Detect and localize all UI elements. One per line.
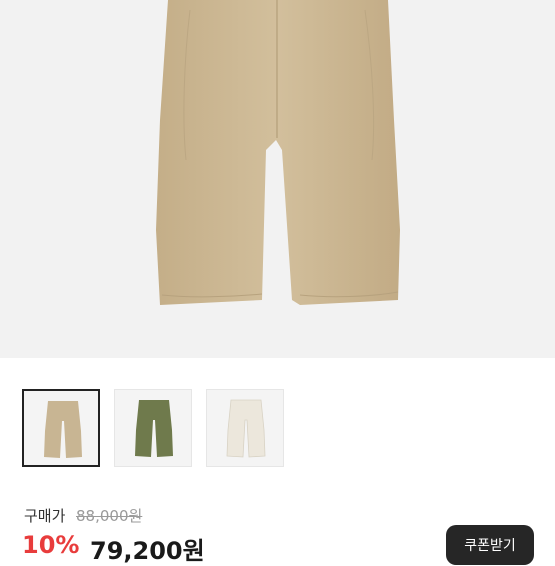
product-hero-image: [0, 0, 555, 358]
original-price: 88,000원: [76, 507, 143, 525]
sale-price: 79,200원: [90, 537, 205, 565]
original-price-label: 구매가: [24, 507, 66, 525]
beige-pants-image: [156, 0, 400, 305]
beige-pants-thumbnail: [44, 401, 82, 458]
thumbnail-olive[interactable]: [114, 389, 192, 467]
coupon-button[interactable]: 쿠폰받기: [446, 525, 534, 565]
thumbnail-strip: [22, 389, 292, 469]
coupon-button-label: 쿠폰받기: [464, 538, 516, 554]
ivory-pants-thumbnail: [226, 399, 266, 458]
olive-pants-thumbnail: [135, 400, 173, 457]
thumbnail-ivory[interactable]: [206, 389, 284, 467]
thumbnail-beige[interactable]: [22, 389, 100, 467]
